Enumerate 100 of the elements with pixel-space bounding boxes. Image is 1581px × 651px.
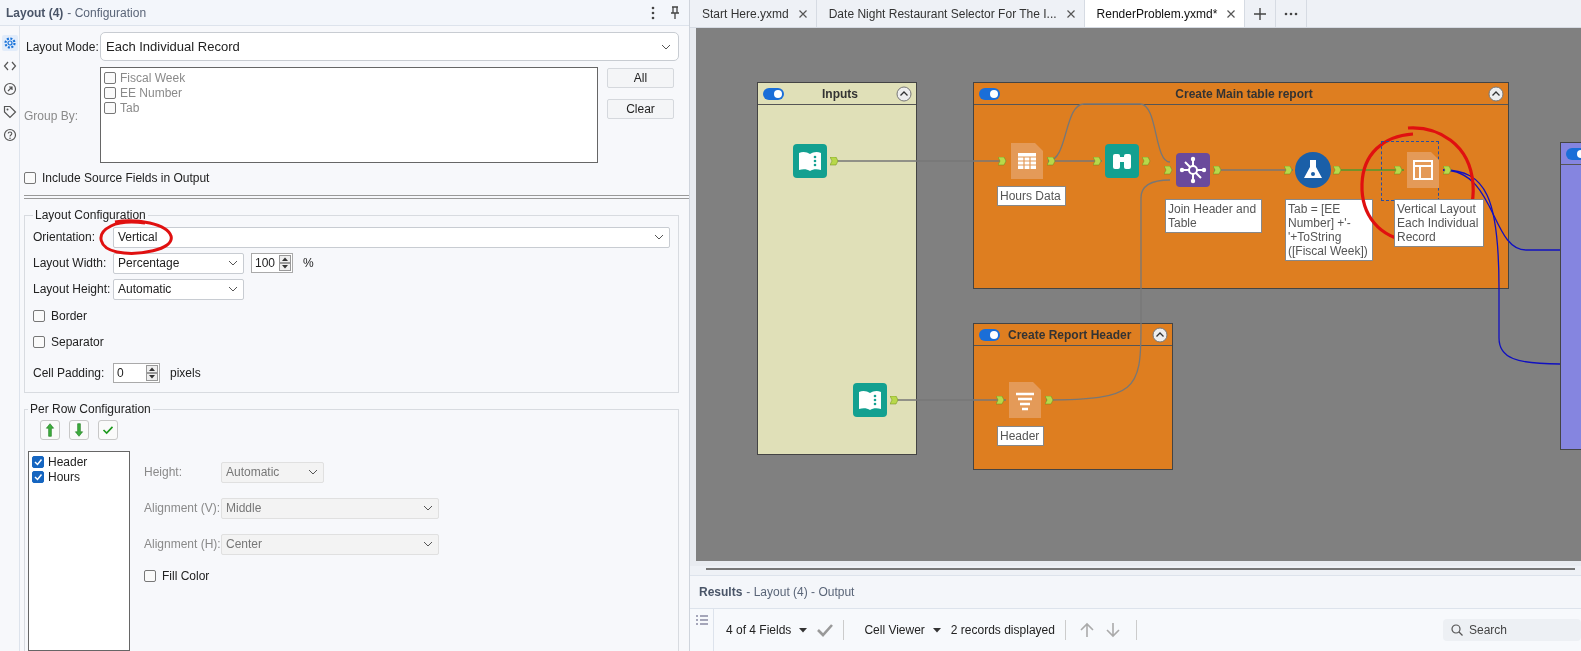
record-count: 2 records displayed [950, 623, 1055, 637]
checkbox[interactable] [104, 86, 116, 99]
field-label: Layout Width: [33, 256, 108, 270]
group-title: Per Row Configuration [29, 402, 152, 416]
tool-label: Tab = [EE Number] +'-'+ToString ([Fiscal Week]) [1285, 199, 1373, 261]
field-label: Layout Mode: [25, 39, 100, 54]
sidebar-tab[interactable] [1, 35, 18, 51]
toggle-switch[interactable] [1566, 147, 1581, 160]
dropdown[interactable]: Each Individual Record [100, 32, 679, 61]
chevron-down-icon [653, 232, 665, 242]
checkbox[interactable] [104, 101, 116, 114]
check-icon[interactable] [98, 420, 118, 440]
dropdown[interactable]: Automatic [113, 278, 244, 300]
tool-label: Join Header and Table [1165, 199, 1262, 233]
sidebar-tab[interactable] [1, 127, 18, 143]
close-icon[interactable] [797, 8, 808, 19]
move-up-icon[interactable] [40, 420, 60, 440]
chevron-down-icon [227, 258, 239, 268]
checkbox-label: EE Number [120, 85, 183, 100]
number-spinner[interactable]: 0 [113, 363, 160, 383]
checkbox-label: Include Source Fields in Output [42, 171, 210, 186]
panel-subtitle: - Configuration [67, 5, 147, 20]
move-down-icon[interactable] [69, 420, 89, 440]
pin-icon[interactable] [669, 5, 681, 20]
book-icon[interactable] [852, 382, 888, 418]
toggle-switch[interactable] [979, 87, 1000, 100]
book-icon[interactable] [792, 143, 828, 179]
scrollbar-track[interactable] [706, 568, 1575, 570]
chevron-down-icon [227, 284, 239, 294]
more-icon[interactable] [1284, 11, 1299, 16]
unit-label: pixels [170, 366, 201, 380]
number-spinner[interactable]: 100 [251, 253, 293, 273]
results-subtitle: - Layout (4) - Output [746, 585, 855, 599]
checkbox-label: Tab [120, 100, 140, 115]
checkbox[interactable] [104, 71, 116, 84]
checkbox[interactable] [32, 470, 44, 483]
toggle-switch[interactable] [763, 87, 784, 100]
checkbox-label: Fiscal Week [120, 70, 186, 85]
checkbox[interactable] [33, 310, 45, 322]
field-label: Alignment (V): [144, 501, 221, 515]
checkbox-label: Fill Color [162, 569, 210, 583]
dropdown[interactable]: Vertical [113, 226, 670, 248]
search-field[interactable]: Search [1443, 619, 1581, 641]
container-title: Inputs [821, 86, 859, 101]
dropdown[interactable]: Percentage [113, 252, 244, 274]
tab[interactable]: Start Here.yxmd [690, 0, 817, 27]
search-icon [1451, 624, 1463, 636]
field-label: Group By: [24, 108, 80, 124]
field-label: Alignment (H): [144, 537, 221, 551]
list-item[interactable]: Hours [48, 469, 80, 484]
connection-anchor[interactable] [1443, 166, 1452, 175]
checkbox[interactable] [24, 172, 36, 185]
flask-icon[interactable] [1295, 152, 1331, 188]
caret-icon [799, 627, 808, 633]
caret-icon [932, 627, 941, 633]
check-icon[interactable] [817, 623, 834, 637]
arrow-up-icon[interactable] [1079, 622, 1094, 638]
list-icon[interactable] [695, 615, 708, 625]
dropdown-button[interactable]: Cell Viewer [860, 623, 945, 637]
chevron-down-icon [422, 503, 434, 513]
panel-title: Layout (4) [6, 5, 64, 20]
sidebar-tab[interactable] [1, 104, 18, 120]
collapse-icon[interactable] [896, 85, 912, 102]
unit-label: % [303, 256, 314, 270]
add-tab-icon[interactable] [1254, 7, 1267, 20]
toggle-switch[interactable] [979, 328, 1000, 341]
arrow-down-icon[interactable] [1105, 622, 1120, 638]
table-icon[interactable] [1009, 143, 1045, 179]
chevron-down-icon [422, 539, 434, 549]
field-label: Height: [144, 465, 184, 479]
button[interactable]: All [607, 68, 674, 88]
join-icon[interactable] [1175, 152, 1211, 188]
close-icon[interactable] [1065, 8, 1076, 19]
checkbox[interactable] [144, 570, 156, 582]
checkbox[interactable] [32, 455, 44, 468]
collapse-icon[interactable] [1152, 326, 1168, 343]
collapse-icon[interactable] [1488, 85, 1504, 102]
results-title: Results [699, 585, 743, 599]
checkbox[interactable] [33, 336, 45, 348]
container-title: Create Report Header [1007, 327, 1133, 342]
checkbox-label: Separator [51, 335, 104, 349]
more-icon[interactable] [651, 5, 655, 20]
group-title: Layout Configuration [34, 208, 147, 222]
tool-label: Vertical Layout Each Individual Record [1394, 199, 1484, 247]
tab[interactable]: RenderProblem.yxmd* [1084, 0, 1246, 27]
button[interactable]: Clear [607, 99, 674, 119]
field-label: Cell Padding: [33, 366, 106, 380]
chevron-down-icon [307, 467, 319, 477]
checkbox-label: Border [51, 309, 88, 323]
container-title: Create Main table report [1174, 86, 1314, 101]
field-label: Layout Height: [33, 282, 112, 296]
tool-label: Header [997, 426, 1044, 446]
close-icon[interactable] [1226, 8, 1237, 19]
sidebar-tab[interactable] [1, 81, 18, 97]
text-lines-icon[interactable] [1007, 382, 1043, 418]
tool-label: Hours Data [997, 186, 1066, 206]
list-item[interactable]: Header [48, 454, 88, 469]
dropdown-button[interactable]: 4 of 4 Fields [722, 623, 812, 637]
tab[interactable]: Date Night Restaurant Selector For The I... [816, 0, 1085, 27]
field-label: Orientation: [33, 230, 97, 244]
